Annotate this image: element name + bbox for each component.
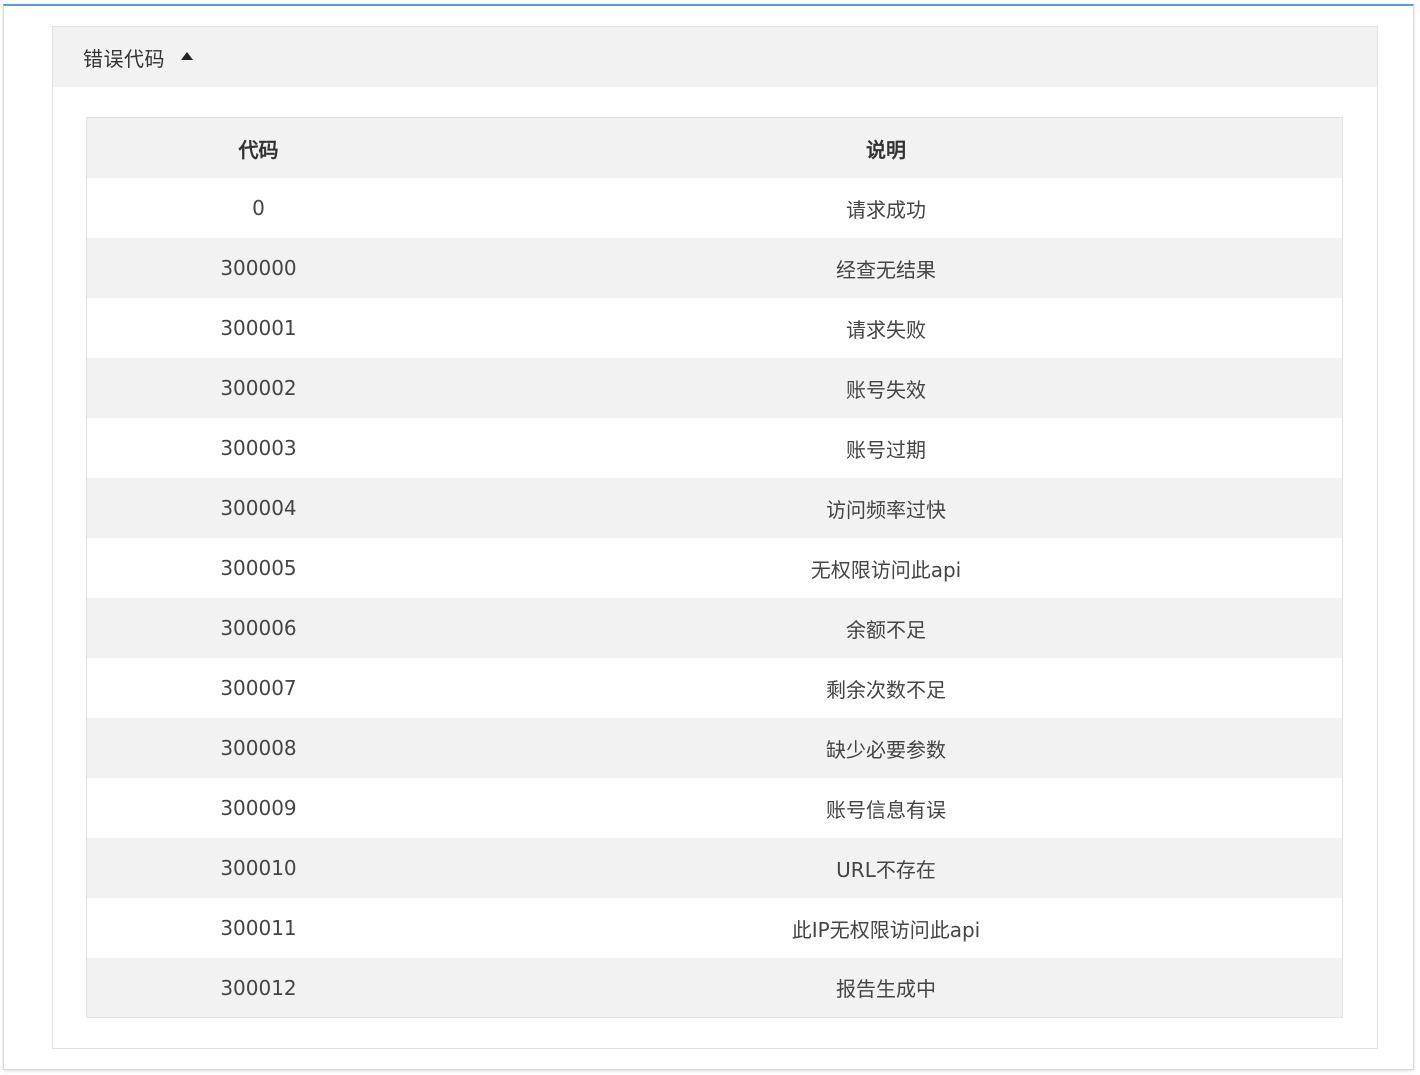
error-code-cell: 300005 [87,538,430,598]
caret-up-icon[interactable] [181,51,193,60]
error-code-cell: 0 [87,178,430,238]
error-code-cell: 300010 [87,838,430,898]
error-code-cell: 300004 [87,478,430,538]
error-description-cell: 账号失效 [430,358,1342,418]
table-body: 0 请求成功 300000 经查无结果 300001 请求失败 300002 账号失效 3000… [87,178,1342,1017]
error-code-cell: 300003 [87,418,430,478]
window-frame: 错误代码 代码 说明 0 请求成功 300000 经查无结果 300001 请求失败 300… [3,4,1414,1070]
error-description-cell: 访问频率过快 [430,478,1342,538]
error-code-cell: 300000 [87,238,430,298]
error-description-cell: 账号信息有误 [430,778,1342,838]
table-row: 300000 经查无结果 [87,238,1342,298]
error-code-cell: 300012 [87,958,430,1017]
error-description-cell: 余额不足 [430,598,1342,658]
error-code-cell: 300002 [87,358,430,418]
error-description-cell: 无权限访问此api [430,538,1342,598]
table-row: 300004 访问频率过快 [87,478,1342,538]
error-code-cell: 300001 [87,298,430,358]
table-header-row: 代码 说明 [87,118,1342,178]
table-row: 300002 账号失效 [87,358,1342,418]
error-code-cell: 300007 [87,658,430,718]
error-description-cell: 报告生成中 [430,958,1342,1017]
error-description-cell: 此IP无权限访问此api [430,898,1342,958]
error-codes-panel: 错误代码 代码 说明 0 请求成功 300000 经查无结果 300001 请求失败 300… [52,26,1378,1049]
table-row: 300007 剩余次数不足 [87,658,1342,718]
table-row: 300001 请求失败 [87,298,1342,358]
error-description-cell: 账号过期 [430,418,1342,478]
table-row: 300008 缺少必要参数 [87,718,1342,778]
error-code-cell: 300006 [87,598,430,658]
error-code-table-container: 代码 说明 0 请求成功 300000 经查无结果 300001 请求失败 300002 账号… [86,117,1343,1018]
panel-title: 错误代码 [83,46,165,71]
error-code-table: 代码 说明 0 请求成功 300000 经查无结果 300001 请求失败 300002 账号… [87,118,1342,1017]
table-row: 300010 URL不存在 [87,838,1342,898]
table-row: 300003 账号过期 [87,418,1342,478]
error-code-cell: 300011 [87,898,430,958]
error-description-cell: 缺少必要参数 [430,718,1342,778]
column-header-code: 代码 [87,118,430,178]
table-row: 300012 报告生成中 [87,958,1342,1017]
error-description-cell: 经查无结果 [430,238,1342,298]
error-code-cell: 300009 [87,778,430,838]
error-description-cell: 剩余次数不足 [430,658,1342,718]
table-row: 300006 余额不足 [87,598,1342,658]
table-row: 0 请求成功 [87,178,1342,238]
error-description-cell: 请求失败 [430,298,1342,358]
panel-header-toggle[interactable]: 错误代码 [53,27,1377,87]
table-row: 300009 账号信息有误 [87,778,1342,838]
table-row: 300005 无权限访问此api [87,538,1342,598]
table-row: 300011 此IP无权限访问此api [87,898,1342,958]
column-header-description: 说明 [430,118,1342,178]
error-description-cell: URL不存在 [430,838,1342,898]
error-code-cell: 300008 [87,718,430,778]
error-description-cell: 请求成功 [430,178,1342,238]
